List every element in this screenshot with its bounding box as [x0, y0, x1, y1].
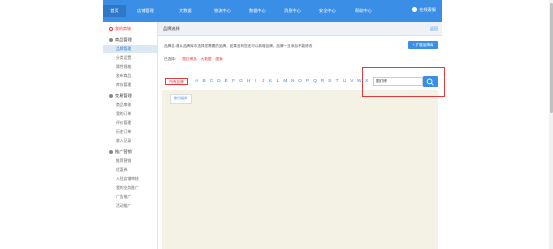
- letter-g[interactable]: G: [237, 79, 244, 84]
- sidebar-item-coupon[interactable]: 优惠券: [103, 166, 158, 174]
- sidebar-item-income[interactable]: 收入记录: [103, 137, 158, 145]
- selected-brands: 已选择： 图灯博品 大数据 图案: [164, 57, 223, 62]
- brand-filter-row: 所有品牌 ABCDEFGHIJKLMNOPQRSTUVWXYZ: [162, 74, 438, 88]
- nav-store-manage[interactable]: 店铺管理: [137, 7, 154, 15]
- scroll-thumb[interactable]: [549, 3, 553, 113]
- online-service-link[interactable]: 在线客服: [412, 7, 436, 13]
- headset-icon: [412, 7, 418, 13]
- brand-description: 品牌名:请从品牌库中选择您需要的品牌，如果没有您还可以新增品牌，品牌一旦添加不能…: [164, 44, 313, 48]
- breadcrumb: 品牌选择 返回: [158, 22, 442, 36]
- nav-home[interactable]: 首页: [103, 5, 126, 17]
- nav-data-center[interactable]: 数据中心: [249, 7, 266, 15]
- letter-f[interactable]: F: [230, 79, 237, 84]
- letter-u[interactable]: U: [341, 79, 348, 84]
- all-brands-button[interactable]: 所有品牌: [165, 78, 188, 85]
- letter-c[interactable]: C: [208, 79, 215, 84]
- sidebar-item-brand[interactable]: 品牌管理: [103, 45, 158, 53]
- sidebar-item-ratings[interactable]: 评价管理: [103, 119, 158, 127]
- group-title: 交易管理: [115, 93, 132, 98]
- sidebar-group-goods[interactable]: 商品管理: [103, 36, 158, 44]
- sidebar: 我的商城 商品管理 品牌管理 分类设置 属性规格 发布商品 库存管理 交易管理 …: [103, 22, 158, 249]
- selected-label: 已选择：: [164, 57, 179, 61]
- letter-b[interactable]: B: [200, 79, 207, 84]
- back-link[interactable]: 返回: [430, 26, 438, 32]
- letter-m[interactable]: M: [282, 79, 289, 84]
- marketing-icon: [109, 149, 113, 154]
- letter-filter: ABCDEFGHIJKLMNOPQRSTUVWXYZ: [193, 79, 385, 84]
- search-icon: [426, 78, 434, 86]
- letter-o[interactable]: O: [296, 79, 303, 84]
- page-title: 品牌选择: [163, 26, 180, 31]
- letter-i[interactable]: I: [252, 79, 259, 84]
- goods-icon: [109, 37, 113, 42]
- selected-tag[interactable]: 图灯博品: [182, 57, 196, 61]
- apply-brand-button[interactable]: + 扩展品牌库: [408, 41, 438, 49]
- selected-tag[interactable]: 大数据: [201, 57, 212, 61]
- nav-help-center[interactable]: 帮助中心: [355, 7, 372, 15]
- letter-n[interactable]: N: [289, 79, 296, 84]
- letter-d[interactable]: D: [215, 79, 222, 84]
- search-button[interactable]: [423, 76, 438, 87]
- sidebar-item-business[interactable]: 我的业务推广: [103, 184, 158, 192]
- sidebar-item-publish[interactable]: 发布商品: [103, 72, 158, 80]
- sidebar-item-history[interactable]: 历史订单: [103, 128, 158, 136]
- sidebar-item-recommend[interactable]: 推荐营销: [103, 157, 158, 165]
- letter-w[interactable]: W: [356, 79, 363, 84]
- letter-h[interactable]: H: [245, 79, 252, 84]
- brand-search-input[interactable]: [373, 77, 423, 86]
- letter-r[interactable]: R: [319, 79, 326, 84]
- letter-q[interactable]: Q: [311, 79, 318, 84]
- brand-search: [369, 75, 438, 88]
- home-icon: [109, 26, 113, 31]
- sidebar-home-label: 我的商城: [115, 26, 131, 31]
- sidebar-item-store-audit[interactable]: 入驻店铺审核: [103, 175, 158, 183]
- top-nav-bar: 首页 店铺管理 大数据 物流中心 数据中心 消息中心 安全中心 帮助中心 在线客…: [103, 0, 442, 22]
- page-scrollbar[interactable]: [549, 0, 553, 249]
- sidebar-item-orders[interactable]: 我的订单: [103, 110, 158, 118]
- sidebar-item-attributes[interactable]: 属性规格: [103, 63, 158, 71]
- sidebar-item-category[interactable]: 分类设置: [103, 54, 158, 62]
- sidebar-group-trade[interactable]: 交易管理: [103, 92, 158, 100]
- brand-card[interactable]: 图灯博品牌: [170, 94, 192, 104]
- letter-s[interactable]: S: [326, 79, 333, 84]
- sidebar-group-marketing[interactable]: 推广营销: [103, 148, 158, 156]
- group-title: 商品管理: [115, 37, 132, 42]
- letter-a[interactable]: A: [193, 79, 200, 84]
- sidebar-item-inventory[interactable]: 库存管理: [103, 81, 158, 89]
- group-title: 推广营销: [115, 149, 132, 154]
- letter-l[interactable]: L: [274, 79, 281, 84]
- nav-big-data[interactable]: 大数据: [179, 7, 192, 15]
- brand-logo: 图灯博品牌: [174, 97, 187, 100]
- letter-v[interactable]: V: [348, 79, 355, 84]
- nav-security-center[interactable]: 安全中心: [319, 7, 336, 15]
- letter-p[interactable]: P: [304, 79, 311, 84]
- brand-list-area: [162, 90, 438, 249]
- trade-icon: [109, 93, 113, 98]
- letter-e[interactable]: E: [223, 79, 230, 84]
- service-label: 在线客服: [419, 7, 436, 12]
- sidebar-item-review[interactable]: 商品审核: [103, 101, 158, 109]
- letter-j[interactable]: J: [260, 79, 267, 84]
- nav-message-center[interactable]: 消息中心: [284, 7, 301, 15]
- nav-logistics[interactable]: 物流中心: [214, 7, 231, 15]
- sidebar-home[interactable]: 我的商城: [103, 24, 158, 33]
- letter-k[interactable]: K: [267, 79, 274, 84]
- sidebar-item-events[interactable]: 活动推广: [103, 202, 158, 210]
- selected-tag[interactable]: 图案: [216, 57, 223, 61]
- sidebar-item-ads[interactable]: 广告推广: [103, 193, 158, 201]
- letter-t[interactable]: T: [333, 79, 340, 84]
